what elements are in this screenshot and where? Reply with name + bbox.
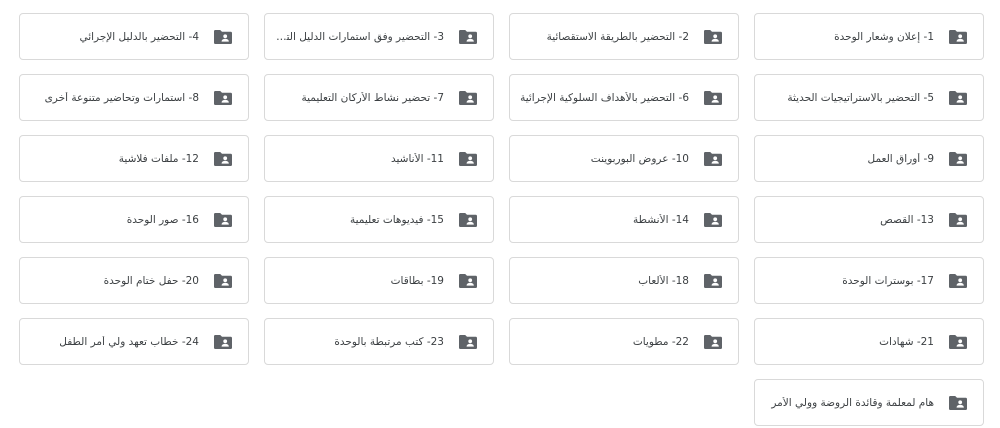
shared-folder-icon [948, 151, 968, 167]
folder-label: 17- بوسترات الوحدة [842, 274, 934, 287]
folder-label: 10- عروض البوربوينت [590, 152, 689, 165]
folder-item[interactable]: 6- التحضير بالأهداف السلوكية الإجرائية [509, 74, 739, 121]
folder-item[interactable]: 18- الألعاب [509, 257, 739, 304]
folder-item[interactable]: 12- ملفات فلاشية [19, 135, 249, 182]
folder-item[interactable]: 5- التحضير بالاستراتيجيات الحديثة [754, 74, 984, 121]
shared-folder-icon [948, 395, 968, 411]
folder-item[interactable]: 17- بوسترات الوحدة [754, 257, 984, 304]
folder-grid: 1- إعلان وشعار الوحدة 2- التحضير بالطريقة… [16, 13, 984, 426]
folder-label: 5- التحضير بالاستراتيجيات الحديثة [787, 91, 934, 104]
folder-label: 16- صور الوحدة [126, 213, 199, 226]
folder-label: 24- خطاب تعهد ولي أمر الطفل [59, 335, 199, 348]
folder-item[interactable]: 21- شهادات [754, 318, 984, 365]
folder-item[interactable]: 11- الأناشيد [264, 135, 494, 182]
shared-folder-icon [703, 212, 723, 228]
shared-folder-icon [948, 29, 968, 45]
shared-folder-icon [458, 212, 478, 228]
shared-folder-icon [948, 334, 968, 350]
folder-label: 13- القصص [880, 213, 934, 226]
shared-folder-icon [948, 212, 968, 228]
shared-folder-icon [703, 29, 723, 45]
folder-label: 6- التحضير بالأهداف السلوكية الإجرائية [520, 91, 689, 104]
folder-label: 15- فيديوهات تعليمية [349, 213, 444, 226]
shared-folder-icon [703, 334, 723, 350]
shared-folder-icon [213, 212, 233, 228]
folder-item[interactable]: 22- مطويات [509, 318, 739, 365]
folder-label: 19- بطاقات [390, 274, 444, 287]
folder-item[interactable]: 9- أوراق العمل [754, 135, 984, 182]
shared-folder-icon [458, 151, 478, 167]
shared-folder-icon [948, 90, 968, 106]
folder-label: 4- التحضير بالدليل الإجرائي [79, 30, 199, 43]
folder-item[interactable]: 13- القصص [754, 196, 984, 243]
shared-folder-icon [703, 151, 723, 167]
folder-item[interactable]: 23- كتب مرتبطة بالوحدة [264, 318, 494, 365]
folder-label: 20- حفل ختام الوحدة [103, 274, 199, 287]
folder-item[interactable]: 4- التحضير بالدليل الإجرائي [19, 13, 249, 60]
folder-label: 1- إعلان وشعار الوحدة [834, 30, 934, 43]
shared-folder-icon [458, 273, 478, 289]
folder-item[interactable]: 24- خطاب تعهد ولي أمر الطفل [19, 318, 249, 365]
folder-item[interactable]: 15- فيديوهات تعليمية [264, 196, 494, 243]
shared-folder-icon [213, 334, 233, 350]
folder-item[interactable]: 16- صور الوحدة [19, 196, 249, 243]
folder-item[interactable]: 20- حفل ختام الوحدة [19, 257, 249, 304]
folder-item[interactable]: 3- التحضير وفق استمارات الدليل التنظيمي [264, 13, 494, 60]
folder-item[interactable]: 1- إعلان وشعار الوحدة [754, 13, 984, 60]
shared-folder-icon [458, 90, 478, 106]
folder-label: 9- أوراق العمل [867, 152, 934, 165]
shared-folder-icon [703, 273, 723, 289]
folder-label: 23- كتب مرتبطة بالوحدة [334, 335, 444, 348]
folder-label: 11- الأناشيد [390, 152, 444, 165]
folder-label: 12- ملفات فلاشية [118, 152, 199, 165]
folder-item[interactable]: هام لمعلمة وقائدة الروضة وولي الأمر [754, 379, 984, 426]
shared-folder-icon [458, 334, 478, 350]
shared-folder-icon [213, 273, 233, 289]
folder-item[interactable]: 14- الأنشطة [509, 196, 739, 243]
folder-label: هام لمعلمة وقائدة الروضة وولي الأمر [771, 396, 934, 409]
folder-item[interactable]: 19- بطاقات [264, 257, 494, 304]
folder-label: 14- الأنشطة [633, 213, 689, 226]
shared-folder-icon [703, 90, 723, 106]
folder-label: 21- شهادات [879, 335, 934, 348]
folder-label: 8- استمارات وتحاضير متنوعة أخرى [44, 91, 199, 104]
shared-folder-icon [948, 273, 968, 289]
folder-label: 22- مطويات [632, 335, 689, 348]
folder-label: 2- التحضير بالطريقة الاستقصائية [546, 30, 689, 43]
folder-label: 7- تحضير نشاط الأركان التعليمية [301, 91, 444, 104]
folder-label: 3- التحضير وفق استمارات الدليل التنظيمي [273, 30, 444, 43]
folder-label: 18- الألعاب [638, 274, 689, 287]
shared-folder-icon [213, 90, 233, 106]
folder-item[interactable]: 8- استمارات وتحاضير متنوعة أخرى [19, 74, 249, 121]
folder-item[interactable]: 7- تحضير نشاط الأركان التعليمية [264, 74, 494, 121]
folder-item[interactable]: 10- عروض البوربوينت [509, 135, 739, 182]
folder-item[interactable]: 2- التحضير بالطريقة الاستقصائية [509, 13, 739, 60]
shared-folder-icon [213, 151, 233, 167]
shared-folder-icon [458, 29, 478, 45]
shared-folder-icon [213, 29, 233, 45]
